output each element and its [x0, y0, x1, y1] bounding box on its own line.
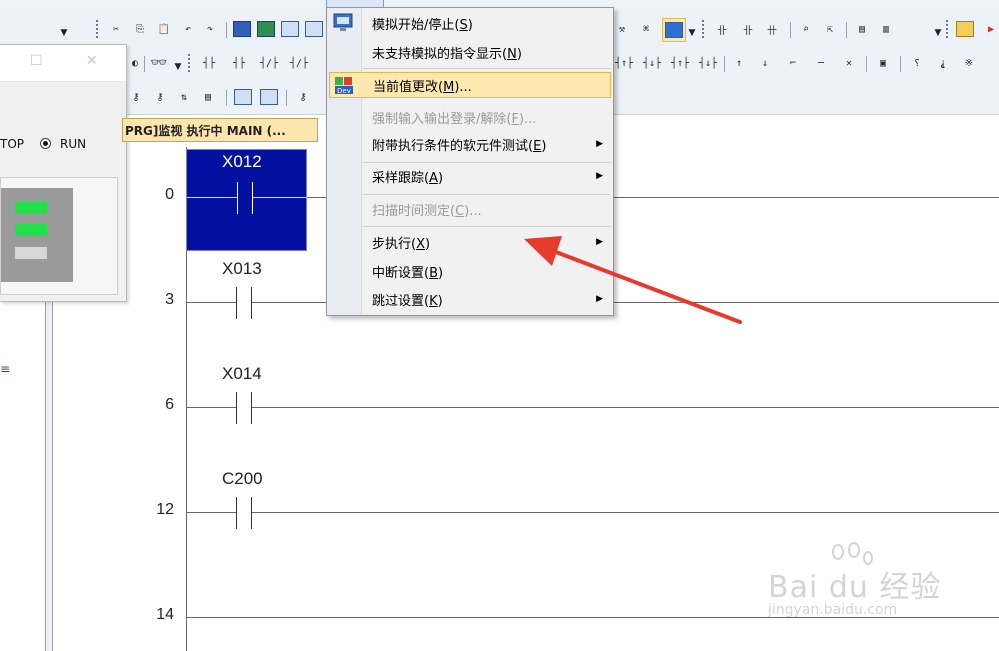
- annotation-arrow-overlay: [524, 236, 742, 324]
- red-arrow-icon: [524, 236, 742, 324]
